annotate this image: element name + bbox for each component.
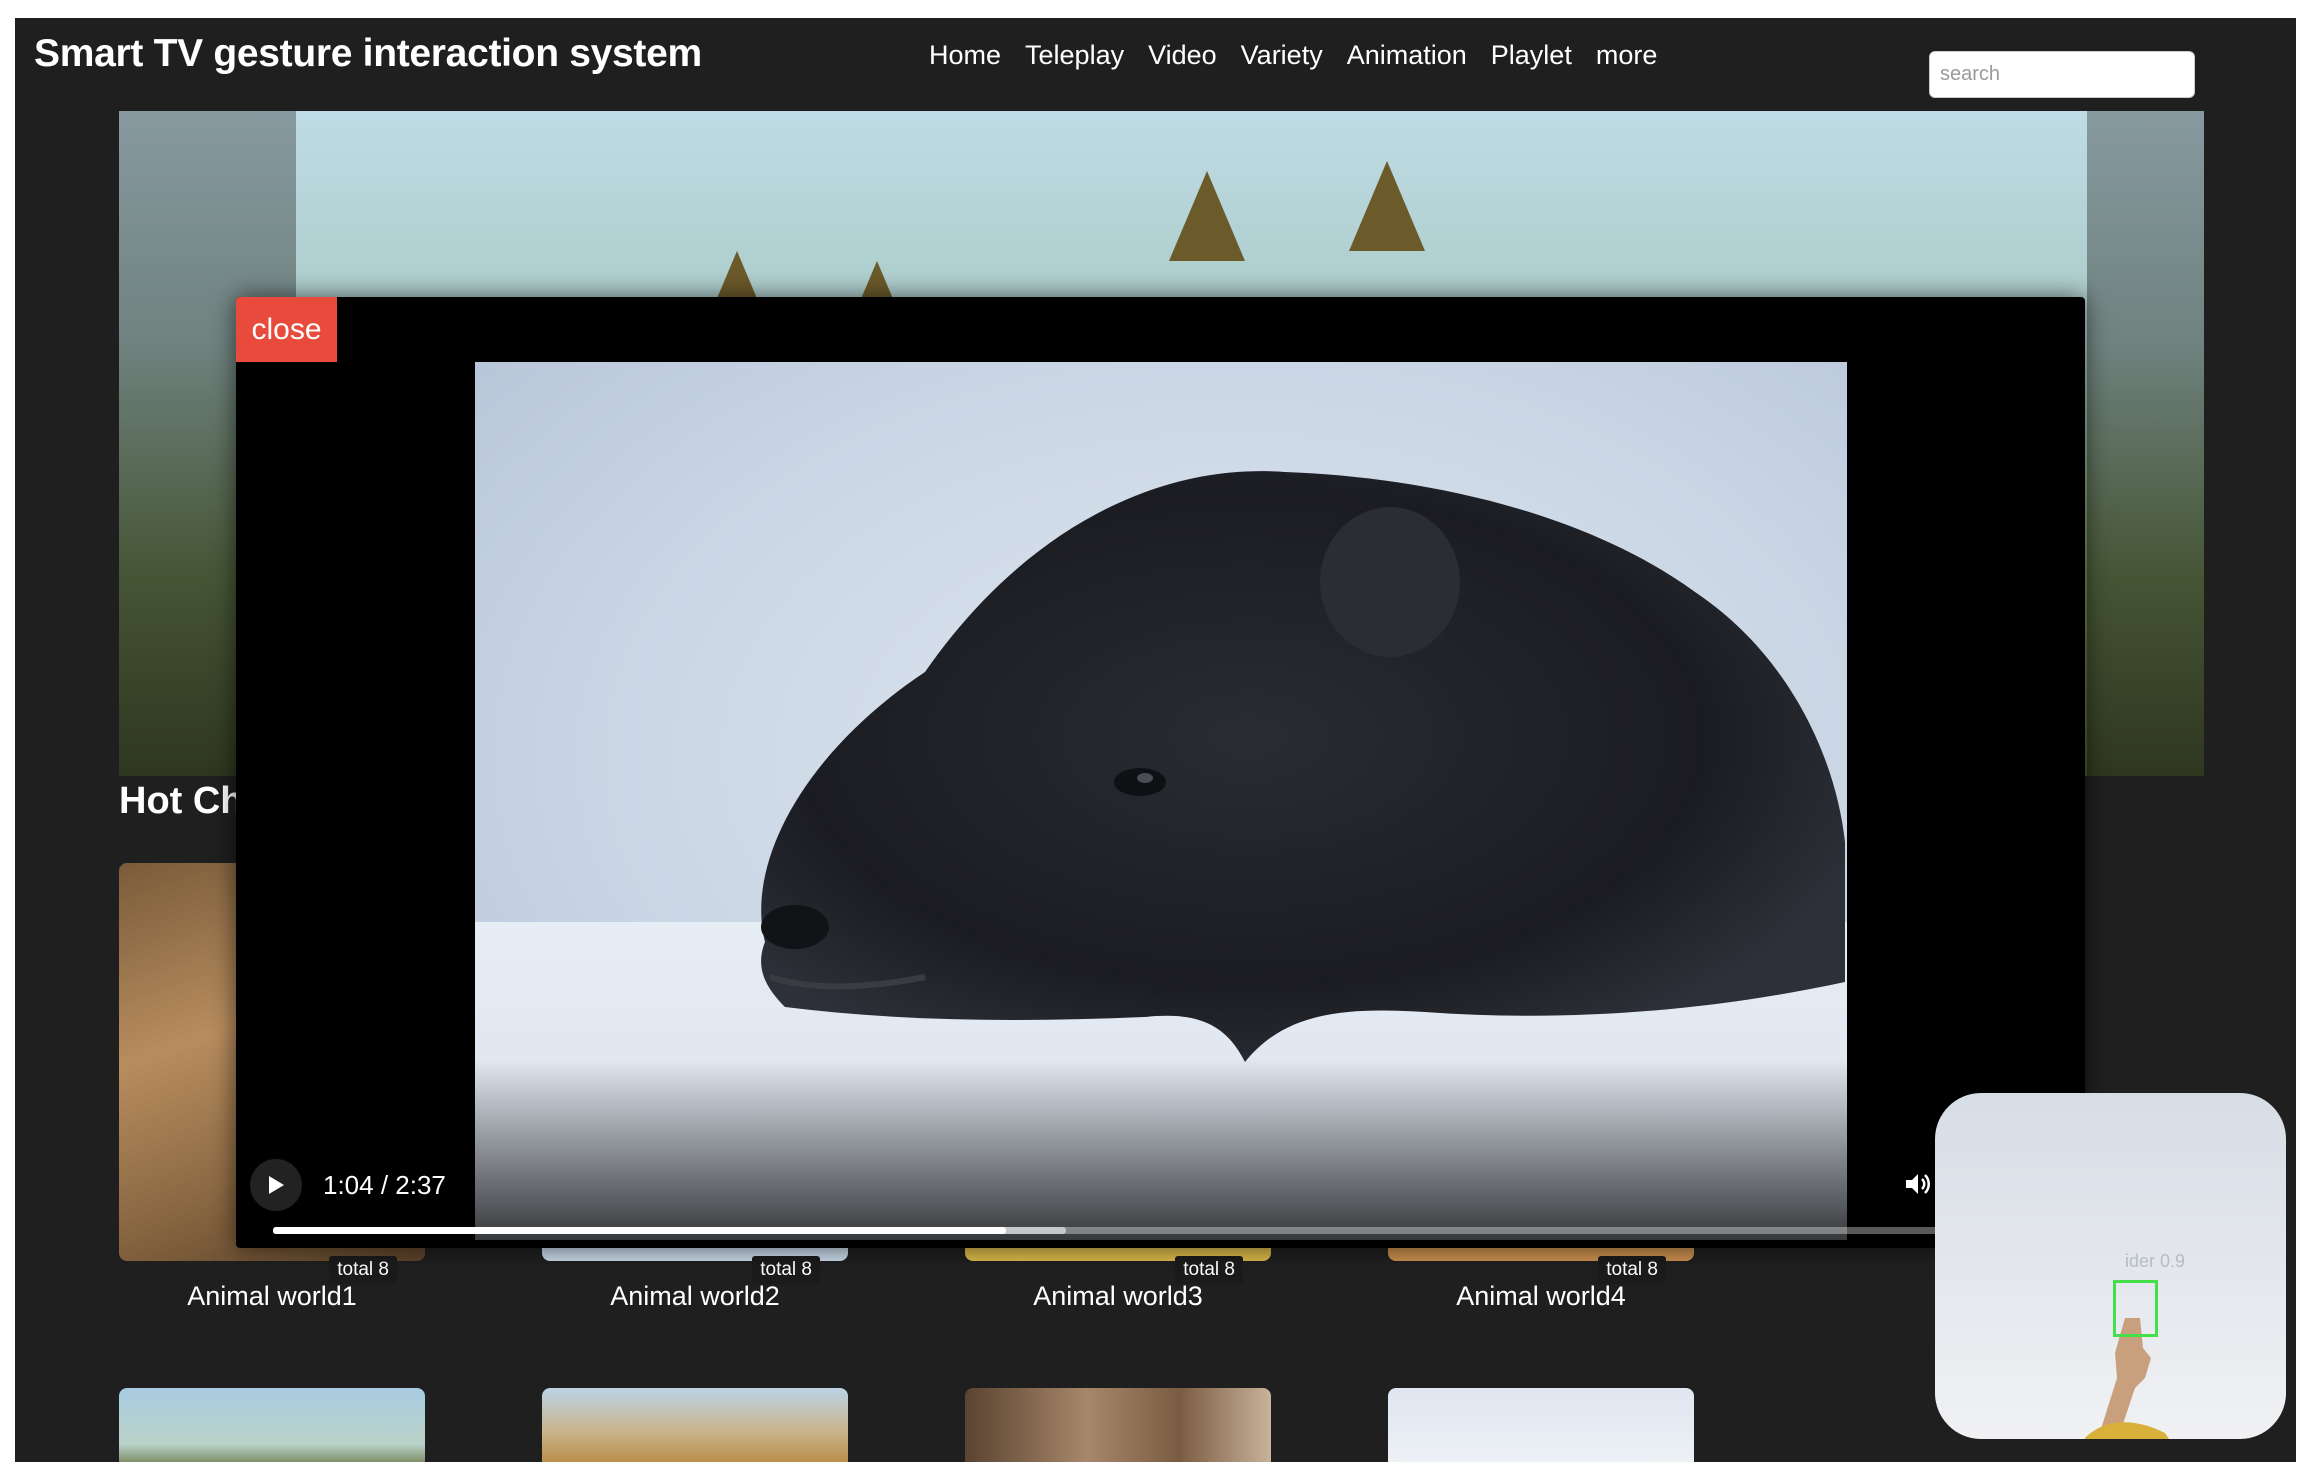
nav-item-more[interactable]: more xyxy=(1596,40,1658,71)
play-button[interactable] xyxy=(250,1159,302,1211)
app-window: Smart TV gesture interaction system Home… xyxy=(15,18,2296,1462)
card-thumbnail[interactable] xyxy=(965,1388,1271,1462)
card-title: Animal world2 xyxy=(610,1281,780,1311)
progress-bar[interactable] xyxy=(273,1227,2075,1234)
hand-detection-box xyxy=(2113,1280,2158,1337)
volume-icon xyxy=(1906,1174,1930,1194)
close-button[interactable]: close xyxy=(236,297,337,362)
progress-played xyxy=(273,1227,1007,1234)
video-frame[interactable] xyxy=(475,362,1847,1240)
nav-item-animation[interactable]: Animation xyxy=(1347,40,1467,71)
nav-item-variety[interactable]: Variety xyxy=(1241,40,1323,71)
nav-item-playlet[interactable]: Playlet xyxy=(1491,40,1572,71)
banner-right-panel xyxy=(2087,111,2204,776)
video-controls-gradient xyxy=(475,1060,1847,1240)
musk-ox-calf-shape xyxy=(761,471,1845,1062)
gesture-camera-preview: ider 0.9 xyxy=(1935,1093,2286,1439)
episode-count-badge: total 8 xyxy=(1175,1256,1243,1284)
card-title: Animal world4 xyxy=(1456,1281,1626,1311)
search-input[interactable] xyxy=(1929,51,2195,98)
playback-time: 1:04 / 2:37 xyxy=(323,1170,446,1200)
nav-item-video[interactable]: Video xyxy=(1148,40,1217,71)
card-thumbnail[interactable] xyxy=(1388,1388,1694,1462)
gesture-label: ider 0.9 xyxy=(2125,1251,2186,1271)
animal-ear-shape xyxy=(1169,171,1245,261)
section-title: Hot Ch xyxy=(119,780,244,822)
app-title: Smart TV gesture interaction system xyxy=(34,32,702,75)
episode-count-badge: total 8 xyxy=(1598,1256,1666,1284)
play-icon xyxy=(269,1176,284,1194)
card-thumbnail[interactable] xyxy=(542,1388,848,1462)
card-title: Animal world3 xyxy=(1033,1281,1203,1311)
main-nav: Home Teleplay Video Variety Animation Pl… xyxy=(929,40,1657,71)
animal-ear-shape xyxy=(1349,161,1425,251)
video-player-modal: close 1:04 / 2:37 xyxy=(236,297,2085,1248)
nav-item-home[interactable]: Home xyxy=(929,40,1001,71)
nav-item-teleplay[interactable]: Teleplay xyxy=(1025,40,1124,71)
episode-count-badge: total 8 xyxy=(329,1256,397,1284)
card-title: Animal world1 xyxy=(187,1281,357,1311)
episode-count-badge: total 8 xyxy=(752,1256,820,1284)
card-thumbnail[interactable] xyxy=(119,1388,425,1462)
